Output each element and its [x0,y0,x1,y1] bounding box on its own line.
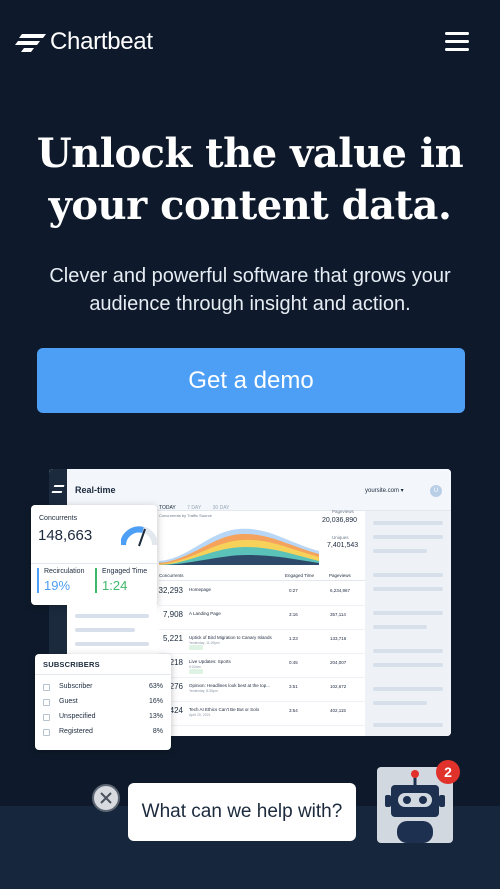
subscriber-type: Subscriber [59,683,93,690]
subscriber-type: Registered [59,728,93,735]
site-selector: yoursite.com ▾ [365,488,404,494]
table-row: 3,276 Opinion: Headlines look best at th… [159,678,365,702]
concurrents-label: Concurrents [39,515,78,522]
checkbox [43,684,50,691]
table-row: 7,908 A Landing Page 3:16 357,114 [159,606,365,630]
row-title: Uptick of Bird Migration to Canary Islan… [189,635,272,640]
subscriber-pct: 8% [152,728,163,735]
gauge-icon [121,526,157,547]
subscriber-pct: 16% [148,698,163,705]
card-divider [31,563,157,564]
row-title: Tech AI Ethics Can't Be But or Solo [189,707,260,712]
checkbox [43,699,50,706]
row-engaged: 0:45 [289,660,298,665]
row-title: Homepage [189,587,212,592]
checkbox [43,714,50,721]
row-title: Live Updates: Sports [189,659,231,664]
subscriber-pct: 13% [148,713,163,720]
row-tag [189,669,203,674]
table-row: 5,218 Live Updates: Sports 9:02am 0:45 2… [159,654,365,678]
engaged-time-label: Engaged Time [102,568,148,575]
hero-headline: Unlock the value in your content data. [0,128,500,232]
row-concurrents: 7,908 [162,610,183,619]
top-pages-table: 32,293 Homepage 0:27 6,234,967 7,908 A L… [159,582,365,726]
subscriber-row: Unspecified 13% [43,712,167,724]
row-subtitle: Yesterday, 8:35pm [189,689,218,693]
subscriber-type: Unspecified [59,713,96,720]
row-engaged: 3:54 [289,708,298,713]
row-engaged: 3:51 [289,684,298,689]
chart-subtitle: Concurrents by Traffic Source [159,513,212,518]
table-row: 32,293 Homepage 0:27 6,234,967 [159,582,365,606]
uniques-value: 7,401,543 [327,542,359,549]
row-subtitle: April 20, 2021 [189,713,211,717]
subscriber-row: Registered 8% [43,727,167,739]
uniques-label: Uniques [332,535,349,540]
concurrents-value: 148,663 [38,527,93,544]
subscriber-row: Guest 16% [43,697,167,709]
notification-badge: 2 [436,760,460,784]
dashboard-logo-icon [51,485,65,493]
row-pageviews: 102,672 [330,684,347,689]
user-avatar: U [430,485,442,497]
row-pageviews: 6,234,967 [330,588,351,593]
tab-30day: 30 DAY [212,505,230,511]
recirculation-value: 19% [44,578,71,593]
close-x-glyph [100,792,112,804]
tab-today: TODAY [159,505,176,511]
recirculation-label: Recirculation [44,568,85,575]
dashboard-title: Real-time [75,485,116,495]
engaged-time-value: 1:24 [102,578,128,593]
traffic-area-chart [159,528,319,565]
row-pageviews: 204,007 [330,660,347,665]
chartbeat-logo-icon [15,34,46,52]
row-pageviews: 357,114 [330,612,346,617]
row-pageviews: 402,115 [330,708,346,713]
row-concurrents: 32,293 [158,586,183,595]
chat-prompt-bubble[interactable]: What can we help with? [128,783,356,841]
logo-text: Chartbeat [50,28,153,55]
pageviews-value: 20,036,890 [322,517,358,524]
subscriber-pct: 63% [148,683,163,690]
close-icon[interactable] [92,784,120,812]
row-pageviews: 133,716 [330,636,347,641]
row-engaged: 3:16 [289,612,298,617]
table-header: Concurrents Engaged Time Pageviews [159,571,365,581]
row-engaged: 0:27 [289,588,298,593]
get-demo-button[interactable]: Get a demo [37,348,465,413]
tab-7day: 7 DAY [187,505,202,511]
chartbeat-logo[interactable]: Chartbeat [14,28,153,56]
row-title: A Landing Page [189,611,221,616]
row-engaged: 1:23 [289,636,298,641]
checkbox [43,729,50,736]
col-engaged: Engaged Time [285,573,315,578]
subscriber-row: Subscriber 63% [43,682,167,694]
recirculation-metric: Recirculation 19% [37,568,84,593]
table-row: 2,424 Tech AI Ethics Can't Be But or Sol… [159,702,365,726]
headline-line-2: your content data. [48,182,452,229]
card-divider [35,674,171,675]
subscribers-title: SUBSCRIBERS [43,660,100,669]
table-row: 5,221 Uptick of Bird Migration to Canary… [159,630,365,654]
subscribers-card: SUBSCRIBERS Subscriber 63% Guest 16% Uns… [35,654,171,750]
time-tabs: TODAY 7 DAY 30 DAY [159,505,240,511]
hero-subhead: Clever and powerful software that grows … [49,265,451,315]
row-title: Opinion: Headlines look best at the top.… [189,683,271,688]
concurrents-card: Concurrents 148,663 Recirculation 19% En… [31,505,157,605]
col-pageviews: Pageviews [329,573,351,578]
hamburger-menu-icon[interactable] [445,32,469,52]
dashboard-right-panel [365,511,451,736]
engaged-time-metric: Engaged Time 1:24 [95,568,147,593]
col-concurrents: Concurrents [159,573,184,578]
row-concurrents: 5,221 [162,634,183,643]
row-tag [189,645,203,650]
headline-line-1: Unlock the value in [36,130,464,177]
skeleton-block [67,604,157,654]
site-header: Chartbeat [0,0,500,84]
pageviews-label: Pageviews [332,509,354,514]
subscriber-type: Guest [59,698,78,705]
